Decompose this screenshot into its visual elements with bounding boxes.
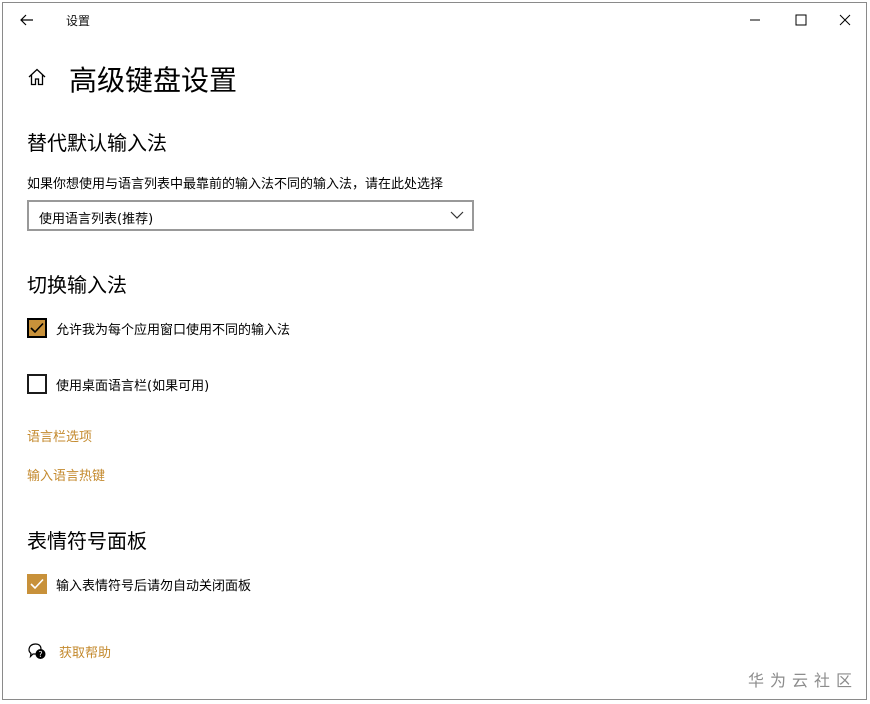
svg-text:?: ? bbox=[38, 650, 42, 659]
per-app-input-label: 允许我为每个应用窗口使用不同的输入法 bbox=[56, 322, 291, 338]
get-help-label: 获取帮助 bbox=[59, 645, 112, 661]
section-title-switch: 切换输入法 bbox=[27, 273, 127, 297]
emoji-panel-checkbox[interactable] bbox=[27, 574, 47, 594]
help-chat-icon: ? bbox=[28, 643, 46, 659]
dropdown-value: 使用语言列表(推荐) bbox=[39, 212, 154, 227]
section-title-override: 替代默认输入法 bbox=[27, 131, 167, 155]
maximize-button[interactable] bbox=[779, 7, 823, 33]
desktop-langbar-checkbox-row[interactable]: 使用桌面语言栏(如果可用) bbox=[27, 373, 209, 395]
chevron-down-icon bbox=[450, 211, 464, 219]
desktop-langbar-checkbox[interactable] bbox=[27, 374, 47, 394]
section-title-emoji: 表情符号面板 bbox=[27, 529, 147, 553]
input-language-hotkeys-link[interactable]: 输入语言热键 bbox=[27, 465, 105, 484]
per-app-input-checkbox-row[interactable]: 允许我为每个应用窗口使用不同的输入法 bbox=[27, 317, 290, 339]
checkmark-icon bbox=[30, 578, 44, 590]
page-title: 高级键盘设置 bbox=[69, 64, 238, 97]
home-icon bbox=[28, 68, 46, 86]
back-button[interactable] bbox=[15, 9, 39, 31]
close-icon bbox=[839, 14, 851, 26]
emoji-panel-label: 输入表情符号后请勿自动关闭面板 bbox=[56, 578, 252, 594]
emoji-panel-checkbox-row[interactable]: 输入表情符号后请勿自动关闭面板 bbox=[27, 573, 251, 595]
langbar-options-link[interactable]: 语言栏选项 bbox=[27, 426, 92, 445]
back-arrow-icon bbox=[20, 14, 33, 26]
settings-window: 设置 高级键盘设置 替代默认输入法 如果你想使用与语言列表中最靠前的输入法不同的… bbox=[2, 2, 867, 700]
close-button[interactable] bbox=[823, 7, 867, 33]
window-title: 设置 bbox=[66, 14, 91, 28]
checkmark-icon bbox=[30, 322, 44, 334]
override-description: 如果你想使用与语言列表中最靠前的输入法不同的输入法，请在此处选择 bbox=[27, 177, 444, 192]
minimize-button[interactable] bbox=[733, 7, 777, 33]
input-method-dropdown[interactable]: 使用语言列表(推荐) bbox=[27, 200, 474, 231]
per-app-input-checkbox[interactable] bbox=[27, 318, 47, 338]
desktop-langbar-label: 使用桌面语言栏(如果可用) bbox=[56, 378, 210, 394]
minimize-icon bbox=[750, 19, 760, 21]
title-bar: 设置 bbox=[3, 3, 866, 37]
get-help-link[interactable]: ? 获取帮助 bbox=[27, 641, 111, 661]
home-button[interactable] bbox=[27, 67, 47, 87]
watermark: 华为云社区 bbox=[748, 671, 859, 690]
maximize-icon bbox=[795, 14, 807, 26]
